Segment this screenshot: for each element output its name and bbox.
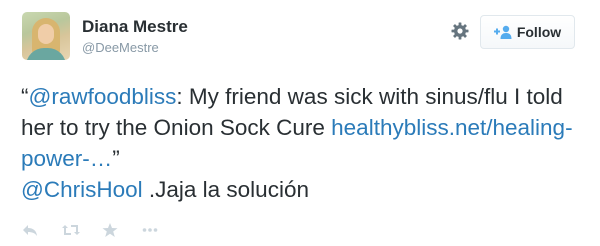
reply-icon[interactable]: [22, 222, 38, 238]
retweet-icon[interactable]: [62, 222, 80, 238]
close-quote: ”: [112, 146, 120, 171]
tweet-reply-text: .Jaja la solución: [142, 177, 309, 202]
add-user-icon: [493, 25, 512, 39]
avatar-face: [38, 24, 54, 44]
favorite-icon[interactable]: [102, 222, 118, 238]
tweet-actions: [22, 220, 182, 240]
mention-chrishool[interactable]: @ChrisHool: [21, 177, 143, 202]
open-quote: “: [21, 84, 29, 109]
gear-icon[interactable]: [450, 21, 470, 41]
mention-rawfoodbliss[interactable]: @rawfoodbliss: [29, 84, 177, 109]
user-name[interactable]: Diana Mestre: [82, 17, 188, 37]
follow-button[interactable]: Follow: [480, 15, 575, 49]
avatar[interactable]: [22, 12, 70, 60]
more-icon[interactable]: [142, 222, 158, 238]
tweet-text: “@rawfoodbliss: My friend was sick with …: [21, 81, 591, 205]
user-handle[interactable]: @DeeMestre: [82, 40, 159, 55]
follow-label: Follow: [516, 24, 562, 40]
